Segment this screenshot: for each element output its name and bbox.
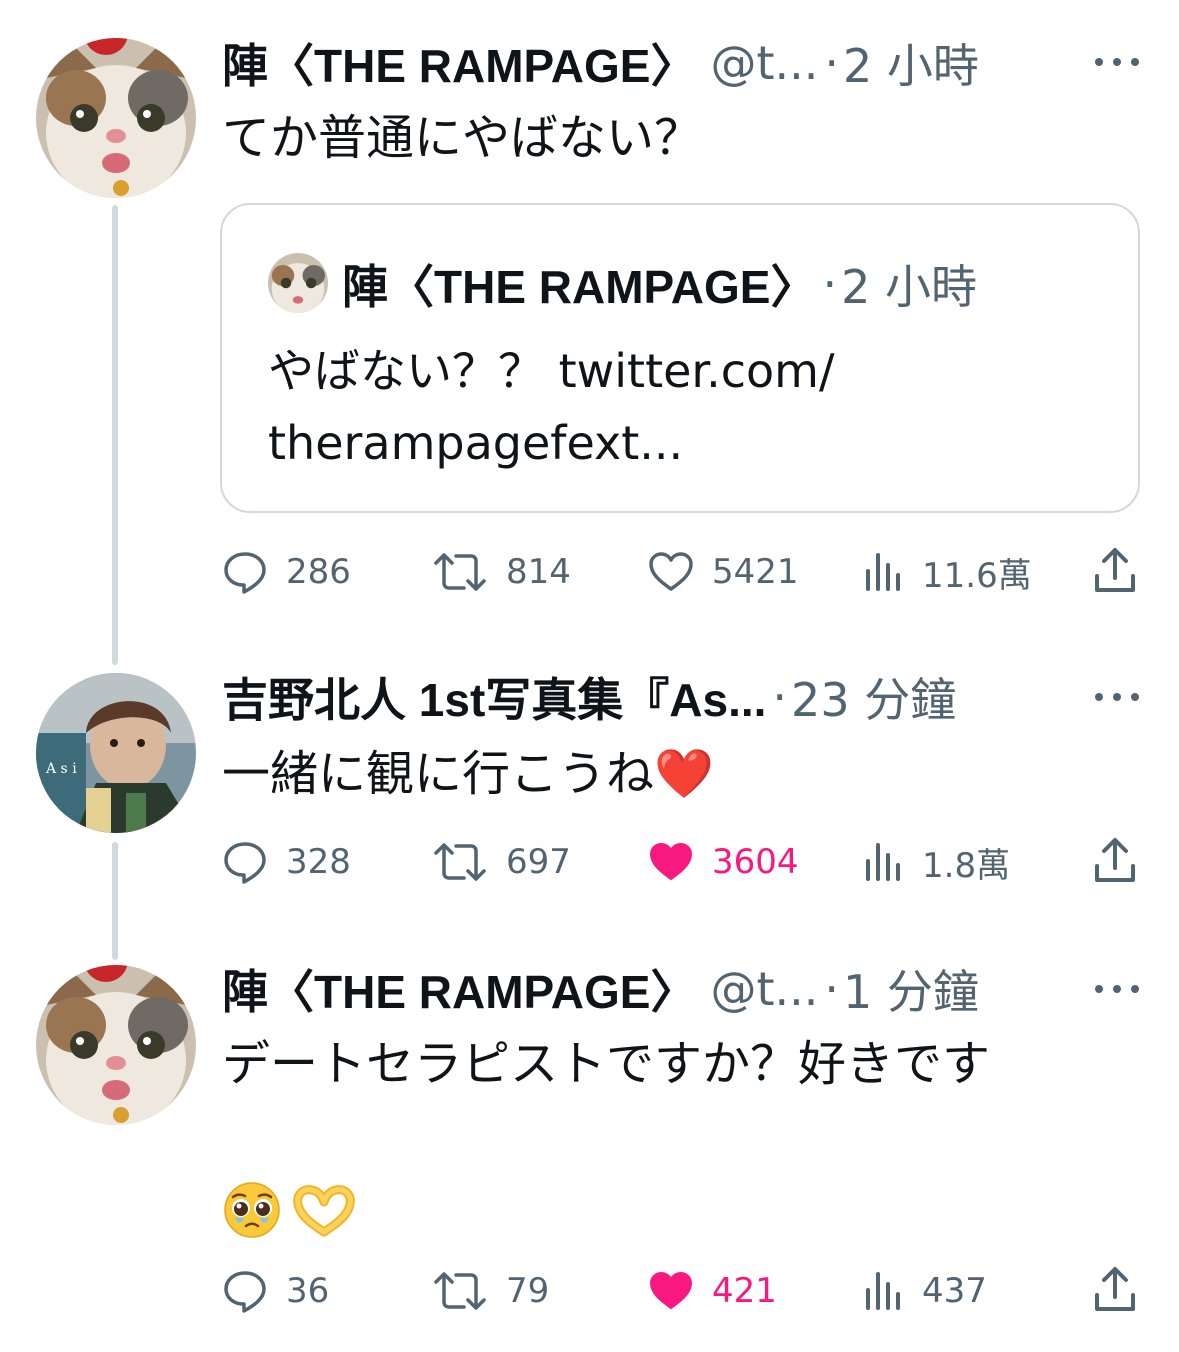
thread-line: [112, 205, 118, 665]
avatar: [268, 253, 328, 313]
separator-dot: ·: [824, 36, 840, 90]
views-button[interactable]: 1.8萬: [864, 832, 1010, 892]
like-icon: [649, 552, 693, 591]
user-handle[interactable]: @t...: [711, 36, 819, 90]
reply-count: 328: [286, 842, 351, 882]
separator-dot: ·: [822, 257, 838, 311]
display-name[interactable]: 陣〈THE RAMPAGE〉: [222, 956, 697, 1022]
like-button[interactable]: 421: [648, 1261, 777, 1321]
reply-icon: [224, 1271, 266, 1313]
user-handle[interactable]: @t...: [711, 962, 819, 1016]
views-button[interactable]: 11.6萬: [864, 542, 1032, 602]
retweet-icon: [434, 553, 486, 591]
views-count: 437: [922, 1271, 987, 1311]
quote-text: やばない？？ twitter.com/ therampagefext...: [268, 344, 835, 470]
timestamp: 2 小時: [841, 260, 978, 314]
views-icon: [866, 843, 900, 881]
share-button[interactable]: [1092, 546, 1138, 600]
reply-count: 36: [286, 1271, 330, 1311]
action-bar: 328 697 3604 1.8萬: [222, 832, 1142, 892]
reply-icon: [224, 552, 266, 594]
separator-dot: ·: [824, 962, 840, 1016]
action-bar: 286 814 5421 11.6萬: [222, 542, 1142, 602]
like-button[interactable]: 5421: [648, 542, 799, 602]
share-icon: [1095, 1267, 1135, 1311]
pleading-face-icon: [224, 1182, 280, 1238]
svg-text:A s i: A s i: [45, 761, 77, 777]
retweet-count: 814: [506, 552, 571, 592]
separator-dot: ·: [772, 670, 788, 724]
views-icon: [866, 1272, 900, 1310]
reply-icon: [224, 842, 266, 884]
retweet-icon: [434, 843, 486, 881]
views-icon: [866, 553, 900, 591]
reply-button[interactable]: 36: [222, 1261, 329, 1321]
tweet-text: デートセラピストですか？好きです: [222, 1036, 991, 1092]
share-button[interactable]: [1092, 1265, 1138, 1319]
views-button[interactable]: 437: [864, 1261, 987, 1321]
timestamp[interactable]: 23 分鐘: [791, 664, 956, 730]
more-icon[interactable]: [1095, 979, 1139, 999]
heart-hands-icon: [293, 1185, 355, 1237]
tweet-header: 陣〈THE RAMPAGE〉 @t... · 2 小時: [222, 28, 1062, 98]
action-bar: 36 79 421 437: [222, 1261, 1142, 1321]
retweet-button[interactable]: 814: [432, 542, 571, 602]
display-name[interactable]: 吉野北人 1st写真集『As...: [222, 664, 766, 730]
timestamp[interactable]: 2 小時: [843, 30, 979, 96]
reply-button[interactable]: 328: [222, 832, 351, 892]
retweet-icon: [434, 1272, 486, 1310]
display-name: 陣〈THE RAMPAGE〉: [342, 261, 817, 313]
retweet-button[interactable]: 79: [432, 1261, 549, 1321]
like-icon: [650, 1272, 692, 1309]
like-count: 421: [712, 1271, 777, 1311]
avatar[interactable]: [36, 38, 196, 198]
tweet-header: 陣〈THE RAMPAGE〉 @t... · 1 分鐘: [222, 954, 1062, 1024]
like-count: 3604: [712, 842, 799, 882]
tweet-header: 吉野北人 1st写真集『As... · 23 分鐘: [222, 662, 1062, 732]
share-icon: [1095, 838, 1135, 882]
quote-header: 陣〈THE RAMPAGE〉 · 2 小時: [342, 249, 977, 319]
thread-line: [112, 842, 118, 960]
display-name[interactable]: 陣〈THE RAMPAGE〉: [222, 30, 697, 96]
share-button[interactable]: [1092, 836, 1138, 890]
views-count: 11.6萬: [922, 555, 1032, 596]
retweet-button[interactable]: 697: [432, 832, 571, 892]
avatar[interactable]: A s i: [36, 673, 196, 833]
reply-button[interactable]: 286: [222, 542, 351, 602]
reply-count: 286: [286, 552, 351, 592]
tweet-text: てか普通にやばない？: [222, 110, 703, 166]
tweet-text: 一緒に観に行こうね❤️: [222, 746, 714, 802]
like-button[interactable]: 3604: [648, 832, 799, 892]
views-count: 1.8萬: [922, 845, 1011, 886]
retweet-count: 697: [506, 842, 571, 882]
like-count: 5421: [712, 552, 799, 592]
retweet-count: 79: [506, 1271, 550, 1311]
share-icon: [1095, 548, 1135, 592]
more-icon[interactable]: [1095, 52, 1139, 72]
quoted-tweet[interactable]: 陣〈THE RAMPAGE〉 · 2 小時 やばない？？ twitter.com…: [220, 203, 1140, 513]
timestamp[interactable]: 1 分鐘: [843, 956, 979, 1022]
avatar[interactable]: [36, 965, 196, 1125]
emoji-line: 🥹🫶: [222, 1175, 356, 1245]
more-icon[interactable]: [1095, 687, 1139, 707]
like-icon: [650, 843, 692, 880]
